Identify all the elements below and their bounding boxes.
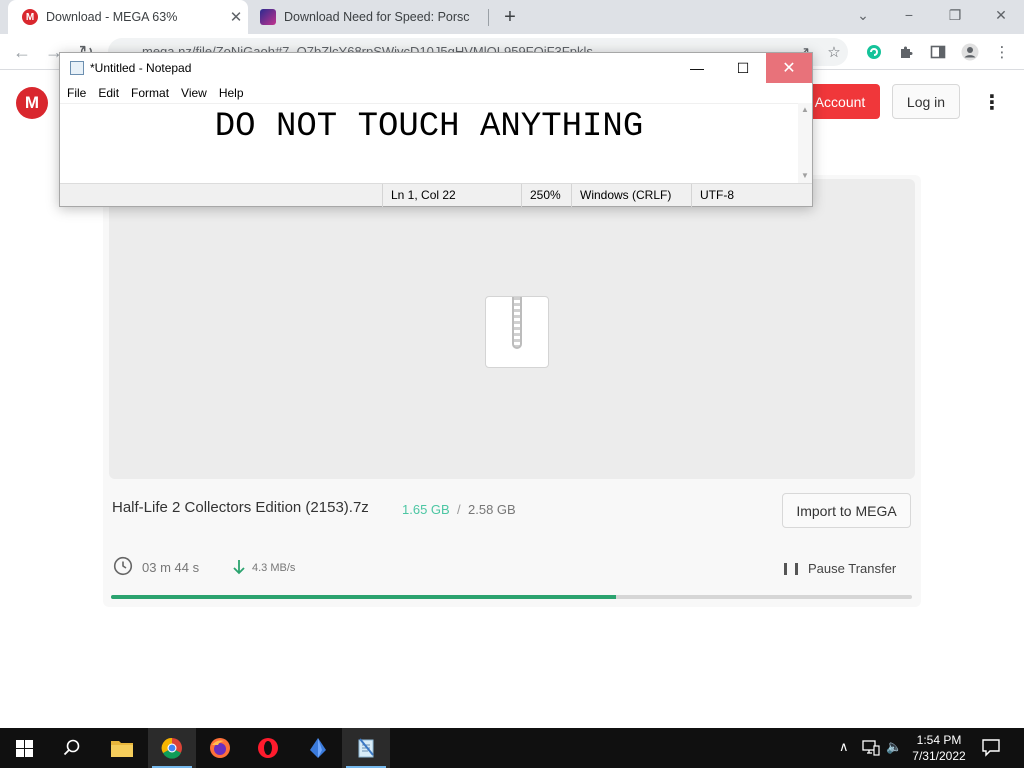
menu-help[interactable]: Help [219, 83, 250, 103]
chevron-down-icon[interactable]: ⌄ [840, 0, 886, 30]
downloaded-size: 1.65 GB [402, 502, 450, 517]
menu-edit[interactable]: Edit [98, 83, 125, 103]
menu-format[interactable]: Format [131, 83, 175, 103]
search-icon[interactable] [48, 728, 96, 768]
tab-title: Download Need for Speed: Porsc [284, 10, 470, 24]
network-icon[interactable] [862, 740, 880, 759]
crystal-app-icon[interactable] [294, 728, 342, 768]
notepad-menubar: File Edit Format View Help [60, 83, 812, 103]
notepad-statusbar: Ln 1, Col 22 250% Windows (CRLF) UTF-8 [60, 183, 812, 207]
browser-tabstrip: M Download - MEGA 63% ✕ Download Need fo… [0, 0, 1024, 34]
pause-icon[interactable] [784, 563, 798, 575]
mega-logo-icon[interactable]: M [16, 87, 48, 119]
clock-time: 1:54 PM [916, 733, 962, 747]
grammarly-extension-icon[interactable] [862, 40, 886, 64]
notepad-vertical-scrollbar[interactable]: ▲ ▼ [798, 103, 812, 183]
tab-close-icon[interactable]: ✕ [224, 8, 248, 26]
file-explorer-icon[interactable] [98, 728, 146, 768]
encoding: UTF-8 [691, 184, 734, 207]
opera-icon[interactable] [244, 728, 292, 768]
tab-divider [488, 9, 489, 26]
notepad-text-area[interactable]: DO NOT TOUCH ANYTHING [60, 103, 798, 183]
size-separator: / [457, 502, 461, 517]
profile-avatar-icon[interactable] [958, 40, 982, 64]
taskbar-clock[interactable]: 1:54 PM 7/31/2022 [906, 732, 972, 764]
clock-date: 7/31/2022 [912, 749, 966, 763]
notepad-title: *Untitled - Notepad [90, 61, 192, 75]
browser-close-button[interactable]: ✕ [978, 0, 1024, 30]
file-name: Half-Life 2 Collectors Edition (2153).7z [112, 499, 369, 516]
download-arrow-icon [233, 560, 245, 575]
browser-menu-icon[interactable]: ⋮ [990, 40, 1014, 64]
browser-minimize-button[interactable]: − [886, 0, 932, 30]
tab-title: Download - MEGA 63% [46, 10, 178, 24]
download-progress-bar [111, 595, 912, 599]
download-progress-fill [111, 595, 616, 599]
login-button[interactable]: Log in [892, 84, 960, 119]
browser-restore-button[interactable]: ❐ [932, 0, 978, 30]
more-options-icon[interactable]: ⋮ [980, 88, 1004, 116]
tab-nfs-download[interactable]: Download Need for Speed: Porsc [250, 0, 488, 34]
scroll-down-arrow-icon[interactable]: ▼ [798, 169, 812, 183]
scroll-up-arrow-icon[interactable]: ▲ [798, 103, 812, 117]
import-to-mega-button[interactable]: Import to MEGA [782, 493, 911, 528]
nfs-favicon-icon [260, 9, 276, 25]
tray-chevron-icon[interactable]: ∧ [839, 739, 849, 755]
notepad-window: *Untitled - Notepad — ☐ ✕ File Edit Form… [59, 52, 813, 207]
back-button[interactable]: ← [8, 38, 36, 66]
extensions-puzzle-icon[interactable] [894, 40, 918, 64]
download-speed: 4.3 MB/s [252, 562, 296, 574]
volume-icon[interactable]: 🔈 [886, 739, 902, 755]
firefox-icon[interactable] [196, 728, 244, 768]
side-panel-icon[interactable] [926, 40, 950, 64]
windows-taskbar: ∧ 🔈 1:54 PM 7/31/2022 [0, 728, 1024, 768]
start-icon[interactable] [0, 728, 48, 768]
pause-transfer-button[interactable]: Pause Transfer [808, 561, 896, 576]
file-preview-area [109, 179, 915, 479]
notepad-icon[interactable] [342, 728, 390, 768]
new-tab-button[interactable]: + [498, 4, 522, 30]
notepad-close-button[interactable]: ✕ [766, 53, 812, 83]
total-size: 2.58 GB [468, 502, 516, 517]
notepad-app-icon [70, 61, 84, 75]
notepad-titlebar[interactable]: *Untitled - Notepad — ☐ ✕ [60, 53, 812, 83]
notepad-text: DO NOT TOUCH ANYTHING [214, 108, 644, 146]
download-card: Half-Life 2 Collectors Edition (2153).7z… [103, 175, 921, 607]
mega-favicon-icon: M [22, 9, 38, 25]
notepad-maximize-button[interactable]: ☐ [720, 53, 766, 83]
menu-view[interactable]: View [181, 83, 213, 103]
notepad-minimize-button[interactable]: — [674, 53, 720, 83]
line-endings: Windows (CRLF) [571, 184, 671, 207]
zoom-level: 250% [521, 184, 561, 207]
time-remaining: 03 m 44 s [142, 560, 200, 575]
clock-icon [113, 556, 133, 576]
tab-mega-download[interactable]: M Download - MEGA 63% ✕ [8, 0, 248, 34]
cursor-position: Ln 1, Col 22 [382, 184, 456, 207]
notification-center-icon[interactable] [980, 736, 1004, 760]
chrome-icon[interactable] [148, 728, 196, 768]
zip-file-icon [485, 296, 549, 368]
bookmark-star-icon[interactable]: ☆ [822, 40, 846, 64]
menu-file[interactable]: File [67, 83, 92, 103]
